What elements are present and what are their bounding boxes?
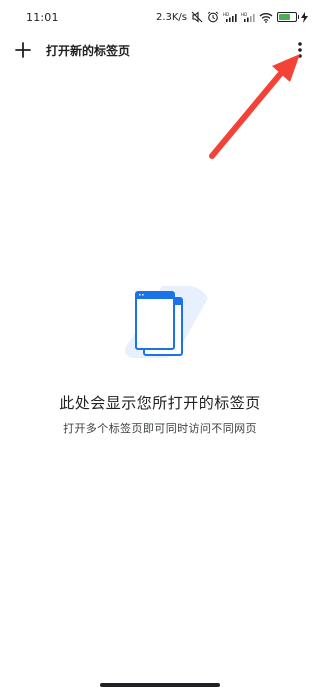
new-tab-button[interactable]	[14, 41, 32, 59]
screen: 11:01 2.3K/s HD HD 打开新的标签页 此处会显示您所打开的标签页…	[0, 0, 320, 693]
alarm-icon	[207, 11, 219, 23]
plus-icon	[15, 42, 31, 58]
network-speed: 2.3K/s	[155, 11, 187, 23]
svg-text:HD: HD	[223, 12, 229, 17]
mute-icon	[191, 11, 203, 23]
toolbar-title: 打开新的标签页	[46, 44, 131, 58]
status-icons: 2.3K/s HD HD	[156, 11, 308, 23]
gesture-navigation-bar[interactable]	[100, 683, 220, 687]
signal-icon: HD	[241, 12, 255, 23]
signal-icon: HD	[223, 12, 237, 23]
battery-icon	[277, 12, 299, 22]
empty-state-title: 此处会显示您所打开的标签页	[59, 394, 261, 412]
battery-level	[279, 14, 291, 20]
svg-text:HD: HD	[241, 12, 247, 17]
status-bar: 11:01 2.3K/s HD HD	[0, 0, 320, 34]
empty-state-subtitle: 打开多个标签页即可同时访问不同网页	[63, 422, 257, 435]
charging-icon	[301, 11, 308, 23]
status-time: 11:01	[26, 10, 59, 24]
tabs-illustration	[125, 286, 208, 358]
wifi-icon	[259, 12, 273, 23]
annotation-arrow	[209, 54, 300, 159]
